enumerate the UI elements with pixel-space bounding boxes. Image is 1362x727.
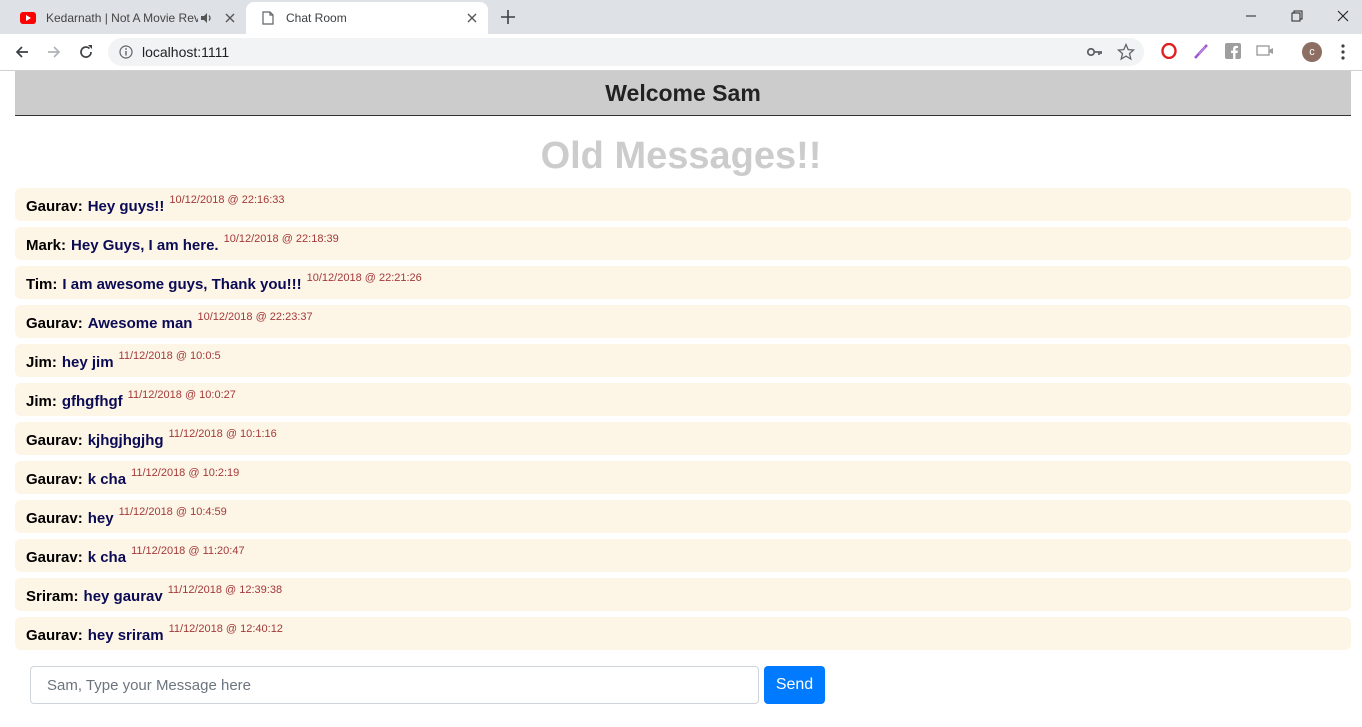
message-timestamp: 11/12/2018 @ 10:0:27 <box>127 389 236 401</box>
close-tab-icon[interactable] <box>222 10 238 26</box>
message-item: Gaurav: hey sriram 11/12/2018 @ 12:40:12 <box>15 617 1351 650</box>
profile-avatar[interactable]: c <box>1302 42 1322 62</box>
message-timestamp: 11/12/2018 @ 12:39:38 <box>167 584 283 596</box>
message-timestamp: 11/12/2018 @ 10:2:19 <box>131 467 240 479</box>
message-user: Tim: <box>26 276 58 293</box>
message-text: hey <box>87 510 114 527</box>
address-bar[interactable]: localhost:1111 <box>108 38 1144 66</box>
message-timestamp: 10/12/2018 @ 22:23:37 <box>197 311 313 323</box>
message-item: Gaurav: hey 11/12/2018 @ 10:4:59 <box>15 500 1351 533</box>
message-user: Mark: <box>26 237 67 254</box>
message-user: Jim: <box>26 354 57 371</box>
message-text: Awesome man <box>87 315 193 332</box>
message-item: Gaurav: Awesome man 10/12/2018 @ 22:23:3… <box>15 305 1351 338</box>
url-text: localhost:1111 <box>142 44 230 60</box>
message-user: Jim: <box>26 393 57 410</box>
close-tab-icon[interactable] <box>464 10 480 26</box>
message-text: kjhgjhgjhg <box>87 432 164 449</box>
new-tab-icon[interactable] <box>499 8 517 26</box>
tab-title: Chat Room <box>286 11 347 25</box>
message-user: Gaurav: <box>26 627 83 644</box>
message-text: hey jim <box>61 354 114 371</box>
message-timestamp: 11/12/2018 @ 10:1:16 <box>168 428 277 440</box>
message-item: Sriram: hey gaurav 11/12/2018 @ 12:39:38 <box>15 578 1351 611</box>
bookmark-star-icon[interactable] <box>1116 42 1136 61</box>
message-list: Gaurav: Hey guys!! 10/12/2018 @ 22:16:33… <box>15 188 1351 656</box>
message-user: Gaurav: <box>26 315 83 332</box>
browser-toolbar: localhost:1111 <box>0 34 1362 71</box>
message-text: hey sriram <box>87 627 164 644</box>
message-text: k cha <box>87 549 127 566</box>
key-icon[interactable] <box>1086 44 1104 60</box>
message-item: Jim: hey jim 11/12/2018 @ 10:0:5 <box>15 344 1351 377</box>
message-item: Mark: Hey Guys, I am here. 10/12/2018 @ … <box>15 227 1351 260</box>
message-timestamp: 10/12/2018 @ 22:16:33 <box>169 194 285 206</box>
browser-tab-youtube[interactable]: Kedarnath | Not A Movie Rev <box>8 2 246 34</box>
message-text: hey gaurav <box>83 588 163 605</box>
close-window-icon[interactable] <box>1333 6 1353 26</box>
back-arrow-icon[interactable] <box>12 42 32 62</box>
message-user: Gaurav: <box>26 510 83 527</box>
welcome-header: Welcome Sam <box>15 71 1351 116</box>
message-text: gfhgfhgf <box>61 393 123 410</box>
page-icon <box>260 10 276 26</box>
message-user: Sriram: <box>26 588 79 605</box>
message-item: Tim: I am awesome guys, Thank you!!! 10/… <box>15 266 1351 299</box>
feather-extension-icon[interactable] <box>1192 42 1210 60</box>
message-timestamp: 11/12/2018 @ 11:20:47 <box>131 545 245 557</box>
facebook-extension-icon[interactable] <box>1224 42 1242 60</box>
message-user: Gaurav: <box>26 198 83 215</box>
message-timestamp: 10/12/2018 @ 22:21:26 <box>306 272 422 284</box>
browser-tab-bar: Kedarnath | Not A Movie Rev Chat Room <box>0 0 1362 34</box>
reload-icon[interactable] <box>76 42 96 62</box>
opera-extension-icon[interactable] <box>1160 42 1178 60</box>
message-item: Gaurav: Hey guys!! 10/12/2018 @ 22:16:33 <box>15 188 1351 221</box>
speaker-icon[interactable] <box>200 11 214 25</box>
message-timestamp: 11/12/2018 @ 10:0:5 <box>118 350 221 362</box>
browser-menu-icon[interactable] <box>1336 42 1350 62</box>
message-timestamp: 11/12/2018 @ 12:40:12 <box>168 623 283 635</box>
browser-tab-chat-room[interactable]: Chat Room <box>246 2 488 34</box>
tab-title: Kedarnath | Not A Movie Rev <box>46 11 198 25</box>
old-messages-title: Old Messages!! <box>540 135 822 177</box>
message-item: Gaurav: k cha 11/12/2018 @ 10:2:19 <box>15 461 1351 494</box>
info-icon[interactable] <box>119 45 133 59</box>
message-timestamp: 10/12/2018 @ 22:18:39 <box>223 233 339 245</box>
message-user: Gaurav: <box>26 549 83 566</box>
message-input[interactable] <box>30 666 759 704</box>
message-item: Gaurav: k cha 11/12/2018 @ 11:20:47 <box>15 539 1351 572</box>
message-user: Gaurav: <box>26 471 83 488</box>
message-text: Hey Guys, I am here. <box>71 237 219 254</box>
message-text: k cha <box>87 471 127 488</box>
youtube-icon <box>20 10 36 26</box>
send-button[interactable]: Send <box>764 666 825 704</box>
message-timestamp: 11/12/2018 @ 10:4:59 <box>118 506 227 518</box>
message-text: Hey guys!! <box>87 198 165 215</box>
message-item: Gaurav: kjhgjhgjhg 11/12/2018 @ 10:1:16 <box>15 422 1351 455</box>
message-item: Jim: gfhgfhgf 11/12/2018 @ 10:0:27 <box>15 383 1351 416</box>
message-text: I am awesome guys, Thank you!!! <box>62 276 302 293</box>
restore-icon[interactable] <box>1287 6 1307 26</box>
message-user: Gaurav: <box>26 432 83 449</box>
minimize-icon[interactable] <box>1241 6 1261 26</box>
forward-arrow-icon[interactable] <box>44 42 64 62</box>
cast-extension-icon[interactable] <box>1256 42 1274 60</box>
